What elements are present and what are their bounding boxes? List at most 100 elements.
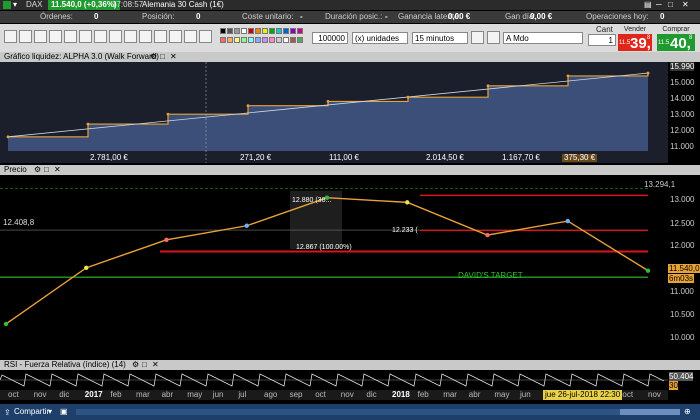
price-point bbox=[84, 265, 89, 271]
buy-label: Comprar bbox=[657, 25, 695, 34]
scrollbar-thumb[interactable] bbox=[620, 409, 680, 415]
text-tool-icon[interactable] bbox=[109, 30, 122, 43]
panel-close-icon[interactable]: ✕ bbox=[170, 52, 177, 62]
rsi-level-tag: 30 bbox=[669, 381, 678, 390]
panel-settings-icon[interactable]: ⚙ bbox=[150, 52, 157, 62]
color-swatch[interactable] bbox=[297, 28, 303, 34]
equity-y-label: 13.000 bbox=[670, 110, 695, 119]
order-type-select[interactable]: A Mdo bbox=[503, 32, 583, 44]
panel-close-icon[interactable]: ✕ bbox=[54, 165, 61, 175]
color-swatch[interactable] bbox=[220, 28, 226, 34]
channel-tool-icon[interactable] bbox=[79, 30, 92, 43]
units-mode-select[interactable]: (x) unidades bbox=[352, 32, 408, 44]
color-swatch[interactable] bbox=[255, 37, 261, 43]
color-swatch[interactable] bbox=[241, 37, 247, 43]
title-bar: ▾ DAX 11.540,0 (+0,36%) 17:08:57 Alemani… bbox=[0, 0, 700, 10]
equity-chart[interactable]: 2.781,00 € 271,20 € 111,00 € 2.014,50 € … bbox=[0, 62, 668, 163]
color-swatch[interactable] bbox=[248, 37, 254, 43]
qty-input[interactable]: 1 bbox=[588, 34, 616, 46]
panel-maximize-icon[interactable]: □ bbox=[44, 165, 49, 175]
screenshot-icon[interactable]: ▣ bbox=[60, 407, 68, 416]
time-axis-label: mar bbox=[443, 390, 457, 399]
color-swatch[interactable] bbox=[248, 28, 254, 34]
share-dropdown-icon[interactable]: ▾ bbox=[48, 407, 52, 416]
minimize-icon[interactable]: ─ bbox=[656, 0, 662, 10]
color-swatch[interactable] bbox=[290, 28, 296, 34]
color-swatch[interactable] bbox=[283, 28, 289, 34]
color-swatch[interactable] bbox=[227, 28, 233, 34]
time-axis-label: nov bbox=[340, 390, 354, 399]
color-swatch[interactable] bbox=[269, 37, 275, 43]
color-swatch[interactable] bbox=[276, 37, 282, 43]
color-swatch[interactable] bbox=[290, 37, 296, 43]
price-chart[interactable]: 12.408,8 DAVID'S TARGET 12.880 (38... 12… bbox=[0, 175, 668, 358]
zoom-icon[interactable]: ⊕ bbox=[684, 407, 691, 416]
panel-settings-icon[interactable]: ⚙ bbox=[34, 165, 41, 175]
time-axis-label: jun bbox=[520, 390, 531, 399]
orders-label: Órdenes: bbox=[40, 12, 73, 21]
panel-close-icon[interactable]: ✕ bbox=[152, 360, 159, 370]
color-swatch[interactable] bbox=[262, 28, 268, 34]
share-icon[interactable]: ⇪ bbox=[4, 408, 11, 417]
color-swatch[interactable] bbox=[269, 28, 275, 34]
color-swatch[interactable] bbox=[262, 37, 268, 43]
share-button[interactable]: Compartir bbox=[14, 407, 49, 416]
panel-settings-icon[interactable]: ⚙ bbox=[132, 360, 139, 370]
units-input[interactable]: 100000 bbox=[312, 32, 348, 44]
price-y-label: 12.500 bbox=[670, 219, 695, 228]
equity-panel-title: Gráfico liquidez: ALPHA 3.0 (Walk Forwar… bbox=[4, 52, 159, 61]
shape-tool-icon[interactable] bbox=[139, 30, 152, 43]
crosshair-tool-icon[interactable] bbox=[19, 30, 32, 43]
rsi-chart[interactable] bbox=[0, 370, 668, 390]
current-price-tag: 11.540,0 bbox=[668, 264, 700, 273]
equity-bottom-label: 1.167,70 € bbox=[502, 153, 540, 162]
cursor-tool-icon[interactable] bbox=[4, 30, 17, 43]
delete-drawing-icon[interactable] bbox=[154, 30, 167, 43]
time-axis-label: sep bbox=[289, 390, 303, 399]
position-stats-bar: Órdenes: 0 Posición: 0 Coste unitario: -… bbox=[0, 11, 700, 23]
equity-bottom-label: 271,20 € bbox=[240, 153, 272, 162]
alert-icon[interactable] bbox=[487, 31, 500, 44]
layers-tool-icon[interactable] bbox=[184, 30, 197, 43]
price-point bbox=[565, 218, 570, 224]
dropdown-icon[interactable]: ▾ bbox=[13, 0, 17, 10]
color-swatch[interactable] bbox=[276, 28, 282, 34]
magnet-tool-icon[interactable] bbox=[169, 30, 182, 43]
color-swatch[interactable] bbox=[234, 37, 240, 43]
line-tool-icon[interactable] bbox=[49, 30, 62, 43]
close-icon[interactable]: ✕ bbox=[682, 0, 689, 10]
refresh-icon[interactable] bbox=[471, 31, 484, 44]
symbol-label[interactable]: DAX bbox=[26, 0, 42, 10]
buy-button[interactable]: Comprar 11.5 40, 8 bbox=[657, 25, 695, 51]
equity-y-label: 15.000 bbox=[670, 78, 695, 87]
maximize-icon[interactable]: □ bbox=[668, 0, 673, 10]
timeframe-select[interactable]: 15 minutos bbox=[412, 32, 468, 44]
zoom-tool-icon[interactable] bbox=[34, 30, 47, 43]
panel-maximize-icon[interactable]: □ bbox=[160, 52, 165, 62]
price-y-label: 10.500 bbox=[670, 310, 695, 319]
time-label: 17:08:57 bbox=[112, 0, 144, 9]
color-swatch[interactable] bbox=[283, 37, 289, 43]
color-swatch[interactable] bbox=[220, 37, 226, 43]
arrow-tool-icon[interactable] bbox=[124, 30, 137, 43]
color-swatch[interactable] bbox=[227, 37, 233, 43]
instrument-label: Alemania 30 Cash (1€) bbox=[142, 0, 224, 9]
fibonacci-tool-icon[interactable] bbox=[94, 30, 107, 43]
horizontal-scrollbar[interactable] bbox=[76, 409, 680, 415]
price-chart-svg bbox=[0, 188, 651, 327]
trades-today-label: Operaciones hoy: bbox=[586, 12, 649, 21]
settings-tool-icon[interactable] bbox=[199, 30, 212, 43]
equity-point bbox=[486, 84, 490, 88]
color-swatch[interactable] bbox=[297, 37, 303, 43]
sell-button[interactable]: Vender 11.5 39, 8 bbox=[618, 25, 652, 51]
chart-icon[interactable]: ▤ bbox=[644, 0, 652, 10]
color-swatch[interactable] bbox=[241, 28, 247, 34]
equity-point bbox=[566, 74, 570, 78]
panel-maximize-icon[interactable]: □ bbox=[142, 360, 147, 370]
trend-tool-icon[interactable] bbox=[64, 30, 77, 43]
time-axis-label: jun bbox=[212, 390, 224, 399]
toolbar: 100000 (x) unidades 15 minutos A Mdo Can… bbox=[0, 24, 700, 53]
color-swatch[interactable] bbox=[255, 28, 261, 34]
equity-bottom-label: 2.014,50 € bbox=[426, 153, 464, 162]
color-swatch[interactable] bbox=[234, 28, 240, 34]
